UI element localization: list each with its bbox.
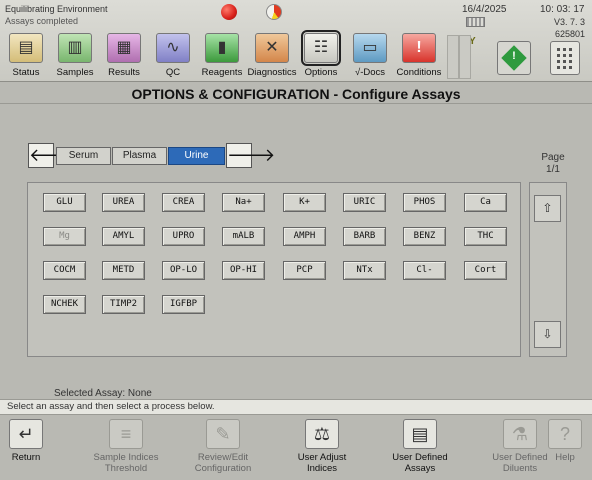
toolbar-results-button[interactable]: ▦ Results <box>102 33 146 81</box>
help-icon: ? <box>548 419 582 449</box>
docs-icon: ▭ <box>353 33 387 63</box>
keypad-icon <box>557 48 574 69</box>
assay-button[interactable]: OP-HI <box>222 261 265 280</box>
run-button[interactable]: ! <box>497 41 531 75</box>
toolbar-conditions-button[interactable]: ! Conditions <box>397 33 441 81</box>
footer-button-label: Review/Edit Configuration <box>194 452 252 474</box>
assay-button[interactable]: CREA <box>162 193 205 212</box>
qc-icon: ∿ <box>156 33 190 63</box>
assay-button[interactable]: Cort <box>464 261 507 280</box>
review-edit-button[interactable]: ✎ Review/Edit Configuration <box>184 419 262 474</box>
reagents-icon: ▮ <box>205 33 239 63</box>
assay-button[interactable]: AMPH <box>283 227 326 246</box>
assay-button[interactable]: COCM <box>43 261 86 280</box>
conditions-icon: ! <box>402 33 436 63</box>
arrow-right-icon: 🡒 <box>227 145 276 165</box>
assay-button[interactable]: BARB <box>343 227 386 246</box>
toolbar-blank-slot <box>459 35 471 79</box>
footer-button-label: User Adjust Indices <box>297 452 347 474</box>
page-up-button[interactable]: ⇧ <box>534 195 561 222</box>
samples-icon: ▥ <box>58 33 92 63</box>
assay-button[interactable]: PHOS <box>403 193 446 212</box>
next-type-button[interactable]: 🡒 <box>226 143 275 168</box>
chip-icon <box>466 17 485 27</box>
review-edit-icon: ✎ <box>206 419 240 449</box>
user-adjust-button[interactable]: ⚖ User Adjust Indices <box>290 419 354 474</box>
assay-button[interactable]: PCP <box>283 261 326 280</box>
alarm-indicator-icon[interactable] <box>221 4 237 20</box>
assay-button[interactable]: UPRO <box>162 227 205 246</box>
diagnostics-icon: ✕ <box>255 33 289 63</box>
status-submessage: Assays completed <box>5 16 79 26</box>
top-header: Equilibrating Environment Assays complet… <box>0 0 592 82</box>
return-button[interactable]: ↵ Return <box>4 419 48 463</box>
toolbar-samples-button[interactable]: ▥ Samples <box>53 33 97 81</box>
assay-button[interactable]: NTx <box>343 261 386 280</box>
serial-number: 625801 <box>554 29 585 39</box>
status-message: Equilibrating Environment <box>5 4 108 14</box>
instruction-bar: Select an assay and then select a proces… <box>0 399 592 415</box>
assay-button[interactable]: K+ <box>283 193 326 212</box>
keypad-button[interactable] <box>550 41 580 75</box>
assay-button[interactable]: BENZ <box>403 227 446 246</box>
assay-button[interactable]: TIMP2 <box>102 295 145 314</box>
assay-button[interactable]: THC <box>464 227 507 246</box>
selected-assay-label: Selected Assay: None <box>54 388 152 399</box>
tab-plasma[interactable]: Plasma <box>112 147 167 165</box>
assay-button[interactable]: GLU <box>43 193 86 212</box>
results-icon: ▦ <box>107 33 141 63</box>
assay-button[interactable]: UREA <box>102 193 145 212</box>
toolbar-status-button[interactable]: ▤ Status <box>4 33 48 81</box>
assay-button[interactable]: NCHEK <box>43 295 86 314</box>
assay-button[interactable]: mALB <box>222 227 265 246</box>
user-defined-diluents-icon: ⚗ <box>503 419 537 449</box>
arrow-down-icon: ⇩ <box>542 327 553 341</box>
date-display: 16/4/2025 <box>462 4 507 15</box>
assay-button[interactable]: IGFBP <box>162 295 205 314</box>
arrow-up-icon: ⇧ <box>542 201 553 215</box>
toolbar-docs-button[interactable]: ▭ √-Docs <box>348 33 392 81</box>
assay-button[interactable]: Na+ <box>222 193 265 212</box>
page-title: OPTIONS & CONFIGURATION - Configure Assa… <box>131 86 461 102</box>
footer-button-label: Sample Indices Threshold <box>93 452 159 474</box>
assay-button[interactable]: Mg <box>43 227 86 246</box>
divider <box>0 103 592 104</box>
footer-button-label: Return <box>11 452 41 463</box>
assay-button[interactable]: METD <box>102 261 145 280</box>
user-defined-assays-icon: ▤ <box>403 419 437 449</box>
status-icon: ▤ <box>9 33 43 63</box>
assay-button[interactable]: OP-LO <box>162 261 205 280</box>
help-button[interactable]: ? Help <box>545 419 585 463</box>
options-icon: ☷ <box>301 30 341 66</box>
page-indicator: Page 1/1 <box>541 152 565 175</box>
toolbar-blank-slot <box>447 35 459 79</box>
return-icon: ↵ <box>9 419 43 449</box>
footer-button-label: Help <box>555 452 575 463</box>
time-display: 10: 03: 17 <box>540 4 585 15</box>
footer-button-label: User Defined Assays <box>392 452 448 474</box>
user-adjust-icon: ⚖ <box>305 419 339 449</box>
assay-button[interactable]: URIC <box>343 193 386 212</box>
toolbar-reagents-button[interactable]: ▮ Reagents <box>200 33 244 81</box>
toolbar-qc-button[interactable]: ∿ QC <box>151 33 195 81</box>
progress-pie-icon <box>266 4 282 20</box>
sample-indices-button[interactable]: ≡ Sample Indices Threshold <box>86 419 166 474</box>
tab-serum[interactable]: Serum <box>56 147 111 165</box>
toolbar-options-button[interactable]: ☷ Options <box>299 30 343 81</box>
user-defined-diluents-button[interactable]: ⚗ User Defined Diluents <box>486 419 554 474</box>
assay-button[interactable]: Cl- <box>403 261 446 280</box>
previous-type-button[interactable]: 🡐 <box>28 143 77 168</box>
tab-urine[interactable]: Urine <box>168 147 225 165</box>
sample-indices-icon: ≡ <box>109 419 143 449</box>
assay-button[interactable]: Ca <box>464 193 507 212</box>
software-version: V3. 7. 3 <box>553 17 585 27</box>
assay-button[interactable]: AMYL <box>102 227 145 246</box>
toolbar-diagnostics-button[interactable]: ✕ Diagnostics <box>247 33 297 81</box>
footer-button-label: User Defined Diluents <box>492 452 548 474</box>
user-defined-assays-button[interactable]: ▤ User Defined Assays <box>385 419 455 474</box>
page-down-button[interactable]: ⇩ <box>534 321 561 348</box>
